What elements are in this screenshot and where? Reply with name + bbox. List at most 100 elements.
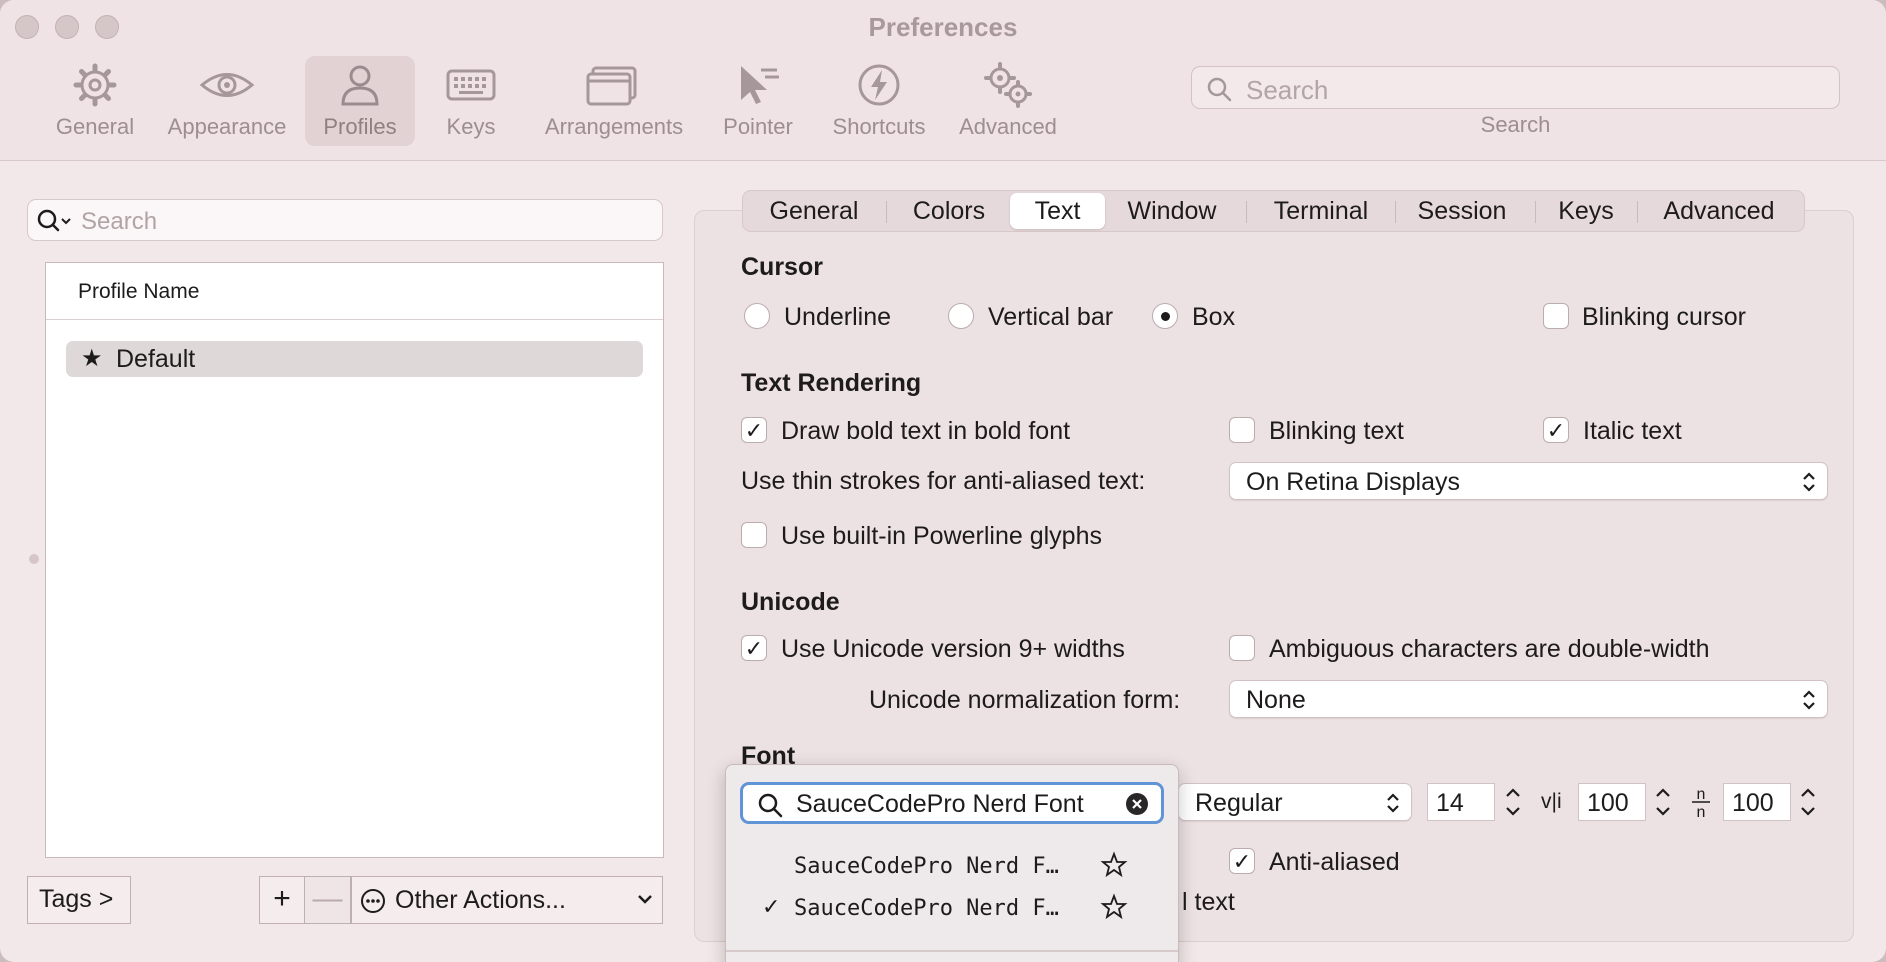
toolbar-label: Shortcuts [832, 114, 926, 139]
cursor-box-label: Box [1192, 303, 1236, 331]
unicode-widths-checkbox[interactable]: ✓ [741, 635, 767, 661]
add-profile-button[interactable]: + [259, 876, 305, 924]
vertical-spacing-field[interactable]: 100 [1578, 783, 1646, 821]
horizontal-spacing-icon: n n [1692, 786, 1710, 820]
normalization-select[interactable]: None [1229, 680, 1828, 718]
toolbar-profiles[interactable]: Profiles [305, 56, 415, 146]
svg-text:n: n [1697, 804, 1706, 820]
vertical-spacing-stepper[interactable] [1652, 783, 1674, 821]
tab-terminal[interactable]: Terminal [1251, 191, 1391, 231]
partially-hidden-label: l text [1182, 888, 1235, 916]
ambiguous-double-width-label: Ambiguous characters are double-width [1269, 635, 1710, 663]
vertical-spacing-value: 100 [1587, 789, 1629, 817]
toolbar-appearance[interactable]: Appearance [162, 56, 292, 146]
thin-strokes-select[interactable]: On Retina Displays [1229, 462, 1828, 500]
italic-text-checkbox[interactable]: ✓ [1543, 417, 1569, 443]
search-icon [1207, 77, 1232, 102]
star-outline-icon[interactable] [1100, 851, 1128, 879]
toolbar-label: General [55, 114, 135, 139]
font-result-item-selected[interactable]: ✓ SauceCodePro Nerd F… [726, 889, 1178, 929]
profile-list-header[interactable]: Profile Name [46, 263, 663, 320]
search-placeholder: Search [1246, 75, 1329, 105]
person-icon [341, 65, 379, 106]
ambiguous-double-width-checkbox[interactable] [1229, 635, 1255, 661]
search-icon [758, 793, 783, 818]
cursor-underline-radio[interactable] [744, 303, 770, 329]
anti-aliased-label: Anti-aliased [1269, 848, 1400, 876]
toolbar-label: Appearance [167, 114, 287, 139]
gear-icon [73, 63, 117, 107]
font-size-field[interactable]: 14 [1427, 783, 1495, 821]
powerline-glyphs-checkbox[interactable] [741, 522, 767, 548]
windows-icon [586, 66, 637, 106]
cursor-vertical-bar-radio[interactable] [948, 303, 974, 329]
other-actions-button[interactable]: Other Actions... [351, 876, 663, 924]
preferences-window: Preferences General Appearance Profiles … [0, 0, 1886, 962]
profile-row-default[interactable]: ★ Default [66, 341, 643, 377]
profile-search-input[interactable]: Search [27, 199, 663, 241]
powerline-glyphs-label: Use built-in Powerline glyphs [781, 522, 1102, 550]
font-picker-popover: SauceCodePro Nerd Font SauceCodePro Nerd… [725, 764, 1179, 962]
font-result-name: SauceCodePro Nerd F… [794, 896, 1059, 921]
toolbar-keys[interactable]: Keys [436, 56, 506, 146]
unicode-widths-label: Use Unicode version 9+ widths [781, 635, 1125, 663]
draw-bold-checkbox[interactable]: ✓ [741, 417, 767, 443]
font-style-select[interactable]: Regular [1178, 783, 1412, 821]
tab-separator [1535, 201, 1536, 223]
tab-text[interactable]: Text [1010, 193, 1105, 229]
pane-resize-handle[interactable] [29, 554, 39, 564]
toolbar-pointer[interactable]: Pointer [714, 56, 802, 146]
tab-separator [1395, 201, 1396, 223]
up-down-arrows-icon [1387, 793, 1399, 813]
toolbar-general[interactable]: General [48, 56, 142, 146]
horizontal-spacing-field[interactable]: 100 [1723, 783, 1791, 821]
tab-colors[interactable]: Colors [893, 191, 1005, 231]
anti-aliased-checkbox[interactable]: ✓ [1229, 848, 1255, 874]
tab-window[interactable]: Window [1112, 191, 1232, 231]
text-rendering-heading: Text Rendering [741, 369, 922, 397]
dropdown-divider [726, 950, 1178, 952]
chevron-down-icon [638, 895, 652, 904]
toolbar-advanced[interactable]: Advanced [952, 56, 1064, 146]
horizontal-spacing-stepper[interactable] [1797, 783, 1819, 821]
blinking-cursor-checkbox[interactable] [1543, 303, 1569, 329]
remove-profile-button[interactable]: — [305, 876, 351, 924]
italic-text-label: Italic text [1583, 417, 1682, 445]
toolbar-search-input[interactable]: Search [1191, 66, 1840, 109]
profile-tabs: General Colors Text Window Terminal Sess… [742, 190, 1805, 232]
blinking-text-checkbox[interactable] [1229, 417, 1255, 443]
gears-icon [984, 62, 1032, 108]
toolbar-shortcuts[interactable]: Shortcuts [818, 56, 940, 146]
toolbar: Preferences General Appearance Profiles … [0, 0, 1886, 161]
tab-separator [1637, 201, 1638, 223]
tab-separator [1246, 201, 1247, 223]
clear-search-icon[interactable] [1125, 792, 1149, 816]
tags-button[interactable]: Tags > [27, 876, 131, 924]
font-result-name: SauceCodePro Nerd F… [794, 854, 1059, 879]
font-size-value: 14 [1436, 789, 1464, 817]
toolbar-arrangements[interactable]: Arrangements [536, 56, 692, 146]
font-result-item[interactable]: SauceCodePro Nerd F… [726, 847, 1178, 887]
checkmark-icon: ✓ [762, 895, 781, 920]
font-search-input[interactable]: SauceCodePro Nerd Font [740, 782, 1164, 824]
thin-strokes-label: Use thin strokes for anti-aliased text: [741, 467, 1146, 495]
blinking-text-label: Blinking text [1269, 417, 1404, 445]
pointer-icon [741, 66, 779, 104]
tab-separator [886, 201, 887, 223]
font-size-stepper[interactable] [1502, 783, 1524, 821]
star-icon: ★ [81, 345, 103, 372]
column-header-profile-name: Profile Name [78, 280, 200, 303]
tab-keys[interactable]: Keys [1540, 191, 1632, 231]
cursor-box-radio[interactable] [1152, 303, 1178, 329]
tab-general[interactable]: General [751, 191, 877, 231]
up-down-arrows-icon [1803, 472, 1815, 492]
vertical-spacing-icon: v|i [1541, 790, 1562, 813]
cursor-vertical-bar-label: Vertical bar [988, 303, 1114, 331]
horizontal-spacing-value: 100 [1732, 789, 1774, 817]
other-actions-label: Other Actions... [395, 886, 566, 914]
star-outline-icon[interactable] [1100, 893, 1128, 921]
normalization-label: Unicode normalization form: [869, 686, 1181, 714]
tab-advanced[interactable]: Advanced [1643, 191, 1795, 231]
tab-session[interactable]: Session [1400, 191, 1524, 231]
toolbar-label: Keys [446, 114, 496, 139]
